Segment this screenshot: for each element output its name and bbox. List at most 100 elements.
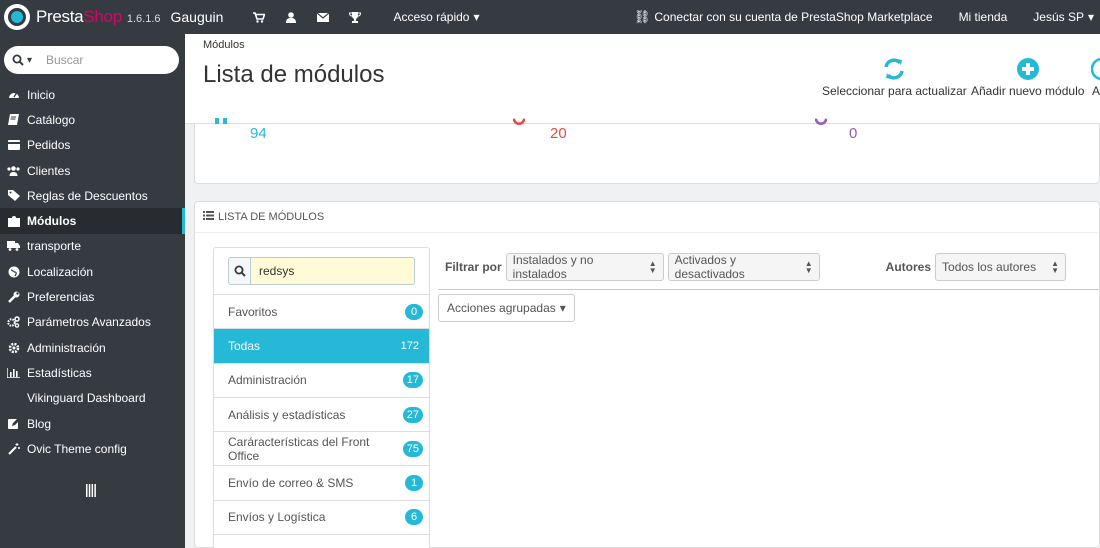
filter-bar: Filtrar por Instalados y no instalados ▲… xyxy=(445,253,1099,281)
users-icon xyxy=(0,165,27,176)
category-count-badge: 172 xyxy=(400,339,419,352)
credit-card-icon xyxy=(0,140,27,151)
sidebar-item-label: Parámetros Avanzados xyxy=(27,315,151,330)
select-arrows-icon: ▲ ▼ xyxy=(1051,259,1060,275)
cog-icon xyxy=(0,342,27,354)
dashboard-icon xyxy=(0,89,27,100)
marketplace-label: Conectar con su cuenta de PrestaShop Mar… xyxy=(654,10,933,24)
category-item[interactable]: Favoritos 0 xyxy=(214,295,429,330)
authors-select[interactable]: Todos los autores ▲ ▼ xyxy=(935,253,1067,281)
refresh-button[interactable]: Seleccionar para actualizar xyxy=(822,54,967,98)
wrench-icon xyxy=(0,291,27,303)
add-module-button[interactable]: Añadir nuevo módulo xyxy=(971,54,1084,98)
collapse-menu-icon[interactable] xyxy=(86,484,96,500)
module-search-input[interactable] xyxy=(250,257,415,285)
category-item[interactable]: Análisis y estadísticas 27 xyxy=(214,398,429,433)
panel-heading-text: LISTA DE MÓDULOS xyxy=(218,211,325,223)
sidebar-item-ovic-theme-config[interactable]: Ovic Theme config xyxy=(0,436,185,461)
sidebar-item-pedidos[interactable]: Pedidos xyxy=(0,133,185,158)
page-header: Módulos Lista de módulos Seleccionar par… xyxy=(185,34,1100,124)
unlink-icon: ⛓ xyxy=(633,9,651,24)
top-navbar: PrestaShop 1.6.1.6 Gauguin Acceso rápido… xyxy=(0,0,1100,34)
envelope-icon[interactable] xyxy=(307,0,339,34)
category-count-badge: 27 xyxy=(402,406,423,423)
shop-name[interactable]: Gauguin xyxy=(171,9,224,25)
sidebar-search[interactable]: ▾ Buscar xyxy=(4,46,179,74)
user-name: Jesús SP xyxy=(1033,10,1084,24)
category-count-badge: 17 xyxy=(402,372,423,389)
trophy-icon[interactable] xyxy=(339,0,371,34)
sidebar-item-reglas-de-descuentos[interactable]: Reglas de Descuentos xyxy=(0,183,185,208)
pencil-square-icon xyxy=(0,417,27,430)
quick-access-menu[interactable]: Acceso rápido ▾ xyxy=(393,10,479,24)
version-label: 1.6.1.6 xyxy=(126,13,161,25)
user-menu[interactable]: Jesús SP ▾ xyxy=(1033,10,1094,24)
filter-label: Filtrar por xyxy=(445,260,502,274)
sidebar-item-label: Catálogo xyxy=(27,112,76,127)
search-icon[interactable] xyxy=(228,257,250,285)
bulk-actions-button[interactable]: Acciones agrupadas ▾ xyxy=(438,294,575,322)
install-filter-value: Instalados y no instalados xyxy=(512,253,594,281)
category-item[interactable]: Envío de correo & SMS 1 xyxy=(214,466,429,501)
page-title: Lista de módulos xyxy=(203,61,385,88)
panel-heading: LISTA DE MÓDULOS xyxy=(195,202,1099,233)
category-label: Favoritos xyxy=(228,304,278,319)
caret-down-icon: ▾ xyxy=(473,10,480,24)
stat-updates-value: 0 xyxy=(849,125,858,142)
bar-chart-icon xyxy=(0,367,27,378)
toolbar-button-partial[interactable]: A xyxy=(1091,54,1100,98)
user-icon[interactable] xyxy=(275,0,307,34)
stat-total-value: 94 xyxy=(250,125,267,142)
sidebar-item-estadísticas[interactable]: Estadísticas xyxy=(0,360,185,385)
stat-installed-value: 20 xyxy=(550,125,567,142)
sidebar: ▾ Buscar Inicio Catálogo Pedidos Clientes Re… xyxy=(0,34,185,548)
module-list-panel: LISTA DE MÓDULOS Favoritos 0 Todas 172 Admin… xyxy=(194,201,1100,548)
status-filter-value: Activados y desactivados xyxy=(674,253,745,281)
sidebar-item-label: Vikinguard Dashboard xyxy=(27,391,146,406)
sidebar-item-módulos[interactable]: Módulos xyxy=(0,208,185,235)
category-list: Favoritos 0 Todas 172 Administración 17 Anális… xyxy=(213,247,430,548)
prestashop-logo[interactable]: PrestaShop 1.6.1.6 xyxy=(0,0,161,34)
sidebar-item-label: Ovic Theme config xyxy=(27,441,127,456)
puzzle-icon xyxy=(0,215,27,228)
authors-label: Autores xyxy=(885,260,932,274)
shopping-cart-icon[interactable] xyxy=(243,0,275,34)
sidebar-item-clientes[interactable]: Clientes xyxy=(0,158,185,183)
cogs-icon xyxy=(0,316,27,329)
caret-down-icon: ▾ xyxy=(1087,10,1094,24)
breadcrumb[interactable]: Módulos xyxy=(203,39,245,51)
sidebar-item-administración[interactable]: Administración xyxy=(0,335,185,360)
sidebar-item-parámetros-avanzados[interactable]: Parámetros Avanzados xyxy=(0,310,185,335)
install-filter-select[interactable]: Instalados y no instalados ▲ ▼ xyxy=(505,253,664,281)
marketplace-link[interactable]: ⛓ Conectar con su cuenta de PrestaShop M… xyxy=(634,9,933,25)
category-count-badge: 0 xyxy=(405,303,423,320)
prestashop-logo-icon xyxy=(4,4,30,30)
sidebar-item-label: Inicio xyxy=(27,87,56,102)
my-shop-link[interactable]: Mi tienda xyxy=(959,10,1008,24)
category-label: Envío de correo & SMS xyxy=(228,476,354,491)
sidebar-search-input[interactable]: Buscar xyxy=(46,53,83,67)
magic-icon xyxy=(0,442,27,455)
sidebar-item-preferencias[interactable]: Preferencias xyxy=(0,284,185,309)
category-item[interactable]: Envíos y Logística 6 xyxy=(214,501,429,536)
search-icon[interactable]: ▾ xyxy=(12,54,32,66)
category-label: Caráracterísticas del Front Office xyxy=(228,434,370,463)
sidebar-item-inicio[interactable]: Inicio xyxy=(0,82,185,107)
authors-value: Todos los autores xyxy=(942,260,1037,274)
sidebar-item-localización[interactable]: Localización xyxy=(0,259,185,284)
status-filter-select[interactable]: Activados y desactivados ▲ ▼ xyxy=(667,253,820,281)
category-item[interactable]: Administración 17 xyxy=(214,364,429,398)
logo-text: PrestaShop xyxy=(36,7,122,26)
plus-circle-icon xyxy=(1016,54,1039,84)
sidebar-item-catálogo[interactable]: Catálogo xyxy=(0,107,185,132)
refresh-icon xyxy=(882,54,906,84)
category-item[interactable] xyxy=(214,535,429,548)
sidebar-item-vikinguard-dashboard[interactable]: Vikinguard Dashboard xyxy=(0,386,185,411)
category-item[interactable]: Todas 172 xyxy=(214,329,429,364)
sidebar-item-blog[interactable]: Blog xyxy=(0,411,185,436)
sidebar-item-transporte[interactable]: transporte xyxy=(0,234,185,259)
sidebar-item-label: transporte xyxy=(27,239,82,254)
category-item[interactable]: Caráracterísticas del Front Office 75 xyxy=(214,432,429,467)
sidebar-item-label: Clientes xyxy=(27,163,71,178)
sidebar-item-label: Blog xyxy=(27,416,52,431)
